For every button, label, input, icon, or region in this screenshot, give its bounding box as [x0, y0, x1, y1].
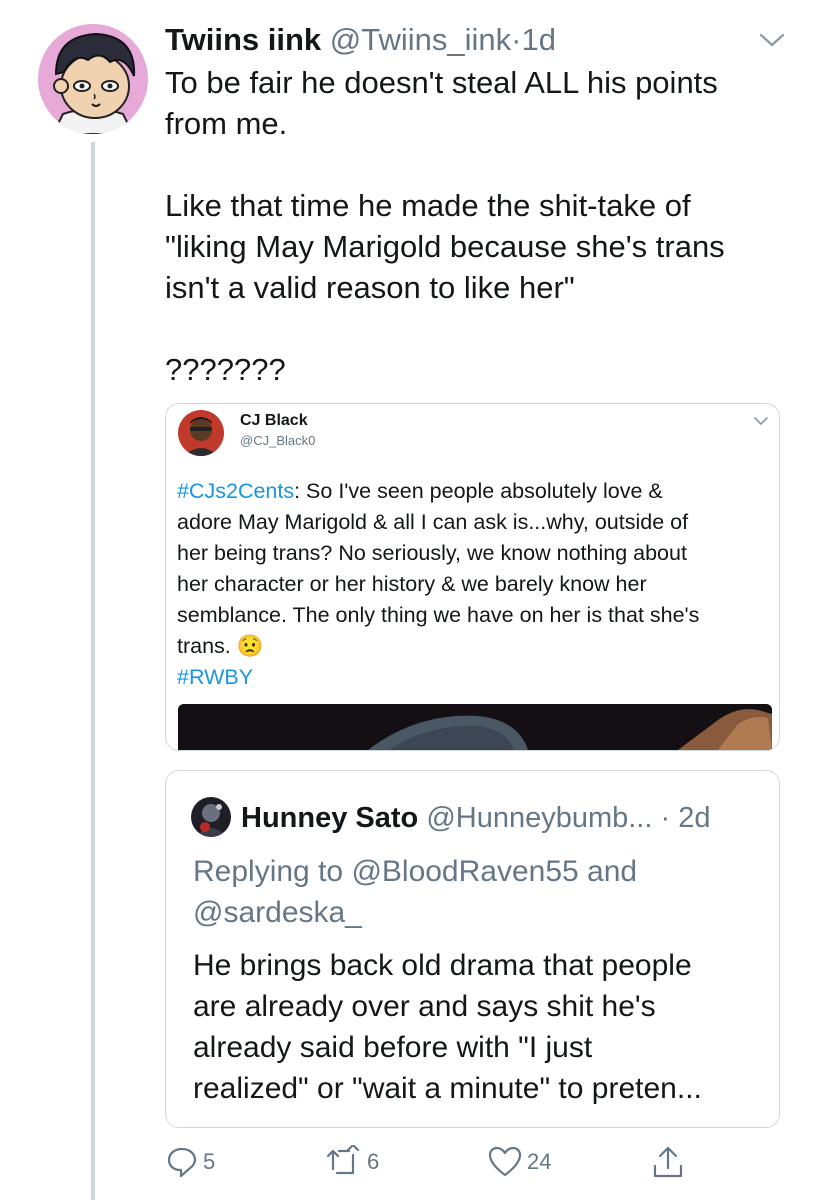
quoted-author-name[interactable]: CJ Black — [240, 412, 308, 430]
share-button[interactable] — [651, 1142, 685, 1182]
like-icon — [487, 1145, 523, 1179]
author-name[interactable]: Twiins iink — [165, 22, 321, 57]
and-word: and — [578, 855, 638, 888]
quoted-reply-card[interactable]: Hunney Sato @Hunneybumb... · 2d Replying… — [165, 770, 780, 1128]
worried-face-emoji: 😟 — [236, 634, 264, 658]
mention-link[interactable]: @sardeska_ — [193, 896, 362, 929]
reply-text: He brings back old drama that people are… — [193, 949, 702, 1105]
hashtag-link[interactable]: #CJs2Cents — [177, 479, 294, 503]
retweet-icon — [325, 1145, 363, 1179]
tweet-paragraph: Like that time he made the shit-take of … — [165, 188, 725, 305]
reply-time[interactable]: 2d — [678, 802, 710, 834]
replying-to-line: Replying to @BloodRaven55 and @sardeska_ — [193, 851, 753, 933]
separator-dot: · — [511, 22, 522, 57]
share-icon — [651, 1144, 685, 1180]
hashtag-link[interactable]: #RWBY — [177, 665, 253, 689]
author-handle[interactable]: @Twiins_iink — [330, 22, 511, 57]
replying-prefix: Replying to — [193, 855, 352, 888]
like-count: 24 — [527, 1149, 552, 1174]
quoted-author-avatar[interactable] — [178, 410, 224, 456]
quoted-author-handle[interactable]: @CJ_Black0 — [240, 433, 315, 448]
reply-author-handle[interactable]: @Hunneybumb... — [426, 802, 652, 834]
chevron-down-icon[interactable] — [758, 30, 786, 50]
thread-line — [91, 142, 95, 1200]
reply-header: Hunney Sato @Hunneybumb... · 2d — [241, 801, 710, 835]
reply-author-name[interactable]: Hunney Sato — [241, 802, 418, 834]
tweet-paragraph: To be fair he doesn't steal ALL his poin… — [165, 65, 718, 141]
author-avatar[interactable] — [38, 24, 148, 134]
reply-button[interactable]: 5 — [165, 1142, 215, 1182]
tweet-paragraph: ??????? — [165, 352, 286, 387]
separator-dot: · — [660, 802, 671, 834]
tweet-text: To be fair he doesn't steal ALL his poin… — [165, 62, 785, 390]
retweet-button[interactable]: 6 — [325, 1142, 379, 1182]
reply-count: 5 — [203, 1149, 216, 1174]
quoted-tweet-media[interactable] — [178, 704, 772, 750]
reply-icon — [165, 1145, 199, 1179]
quoted-text-line: : So I've seen people absolutely love & — [294, 479, 663, 503]
mention-link[interactable]: @BloodRaven55 — [351, 855, 578, 888]
tweet-header: Twiins iink @Twiins_iink·1d — [165, 22, 556, 58]
reply-author-avatar[interactable] — [191, 797, 231, 837]
tweet-time[interactable]: 1d — [521, 22, 555, 57]
retweet-count: 6 — [367, 1149, 380, 1174]
chevron-down-icon[interactable] — [753, 414, 769, 426]
quoted-tweet-text: #CJs2Cents: So I've seen people absolute… — [177, 476, 771, 693]
tweet-action-bar: 5 6 24 — [165, 1142, 785, 1182]
quoted-tweet-card[interactable]: CJ Black @CJ_Black0 #CJs2Cents: So I've … — [165, 403, 780, 751]
like-button[interactable]: 24 — [487, 1142, 551, 1182]
